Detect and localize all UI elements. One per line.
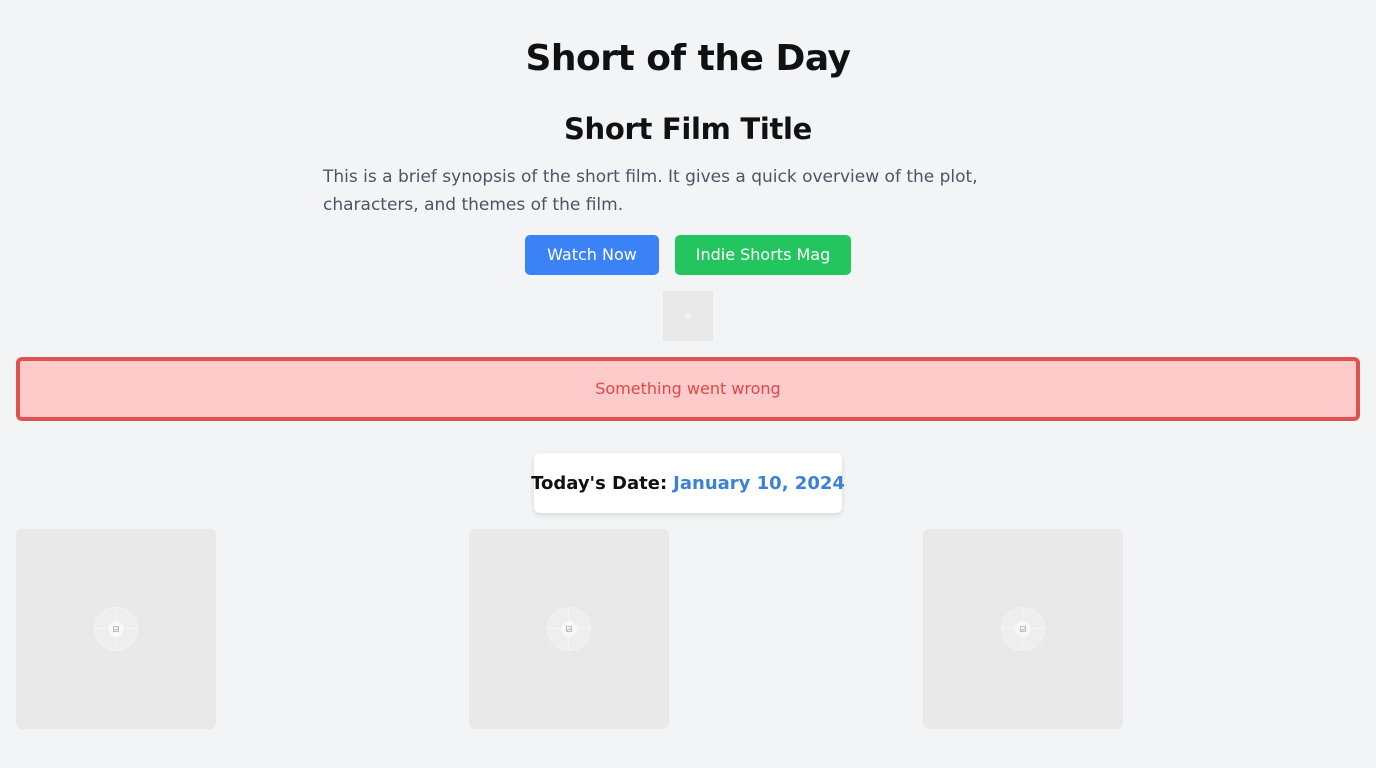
film-thumbnail (663, 291, 713, 341)
page: Short of the Day Short Film Title This i… (0, 0, 1376, 768)
film-card-placeholder[interactable] (469, 529, 669, 729)
date-label: Today's Date: (531, 472, 668, 494)
film-card-placeholder[interactable] (923, 529, 1123, 729)
image-placeholder-icon (685, 313, 691, 319)
image-placeholder-icon (1020, 626, 1026, 632)
image-placeholder-icon (113, 626, 119, 632)
film-title: Short Film Title (563, 112, 813, 146)
site-title: Short of the Day (525, 38, 851, 79)
watch-now-button[interactable]: Watch Now (525, 235, 659, 275)
film-synopsis: This is a brief synopsis of the short fi… (323, 167, 978, 215)
image-placeholder-icon (566, 626, 572, 632)
date-value: January 10, 2024 (673, 472, 845, 494)
date-card: Today's Date: January 10, 2024 (531, 453, 845, 513)
indie-shorts-mag-button[interactable]: Indie Shorts Mag (675, 235, 851, 275)
error-message: Something went wrong (16, 357, 1360, 421)
film-card-placeholder[interactable] (16, 529, 216, 729)
